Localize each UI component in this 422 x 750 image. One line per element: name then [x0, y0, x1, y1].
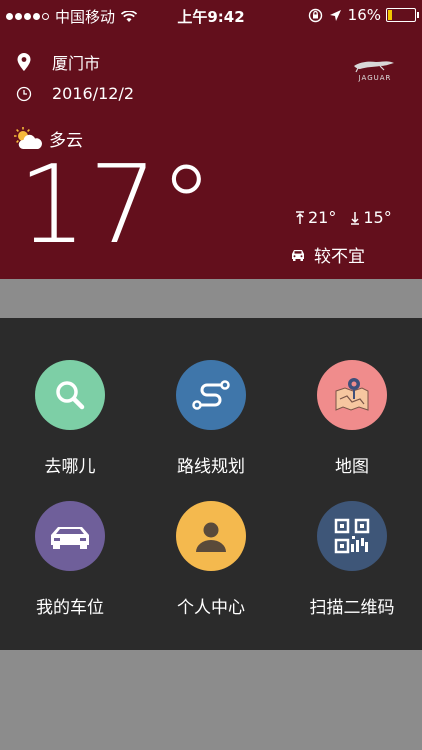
- brand-text: JAGUAR: [358, 74, 392, 82]
- battery-fill: [388, 10, 392, 20]
- car-wash-icon: [292, 249, 304, 261]
- location-arrow-icon: [329, 9, 341, 21]
- jaguar-logo: JAGUAR: [350, 54, 400, 84]
- battery-icon: [386, 8, 419, 22]
- status-right: 16%: [308, 6, 419, 24]
- menu-label: 我的车位: [36, 598, 104, 618]
- map-icon: [335, 378, 369, 411]
- circle-bg: [176, 360, 246, 430]
- person-icon: [196, 522, 226, 552]
- driving-index: 较不宜: [290, 242, 365, 267]
- high-low-row: 21° 15°: [295, 208, 392, 227]
- weather-header: 厦门市 2016/12/2 JAGUAR 多云 17° 21° 15° 较不宜: [0, 30, 422, 279]
- qr-code-icon: [334, 518, 370, 554]
- high-temp: 21°: [308, 208, 337, 227]
- city-row: 厦门市: [16, 50, 100, 74]
- menu-label: 个人中心: [177, 598, 245, 618]
- arrow-up-icon: [296, 210, 304, 224]
- menu-item-map[interactable]: 地图: [282, 360, 422, 477]
- rotation-lock-icon: [308, 8, 322, 22]
- menu-item-scan-qr[interactable]: 扫描二维码: [282, 501, 422, 618]
- circle-bg: [35, 360, 105, 430]
- city-label: 厦门市: [52, 54, 101, 73]
- date-row: 2016/12/2: [16, 84, 134, 103]
- circle-bg: [317, 360, 387, 430]
- feature-menu: 去哪儿 路线规划 地图 我的车位 个人中心 扫描二维码: [0, 318, 422, 650]
- status-bar: 中国移动 上午9:42 16%: [0, 0, 422, 30]
- driving-label: 较不宜: [314, 247, 365, 267]
- arrow-down-icon: [351, 211, 360, 225]
- circle-bg: [176, 501, 246, 571]
- menu-label: 路线规划: [177, 457, 245, 477]
- menu-item-profile[interactable]: 个人中心: [141, 501, 281, 618]
- circle-bg: [317, 501, 387, 571]
- circle-bg: [35, 501, 105, 571]
- search-icon: [56, 381, 85, 410]
- menu-item-my-parking[interactable]: 我的车位: [0, 501, 140, 618]
- temperature: 17°: [18, 143, 216, 268]
- low-group: 15°: [350, 208, 392, 227]
- menu-label: 地图: [335, 457, 369, 477]
- low-temp: 15°: [363, 208, 392, 227]
- clock-icon: [16, 86, 32, 101]
- menu-item-where-to[interactable]: 去哪儿: [0, 360, 140, 477]
- menu-item-route-planning[interactable]: 路线规划: [141, 360, 281, 477]
- battery-percent: 16%: [347, 6, 381, 24]
- date-label: 2016/12/2: [52, 84, 135, 103]
- menu-label: 扫描二维码: [309, 598, 395, 618]
- route-icon: [192, 380, 230, 410]
- car-icon: [51, 527, 89, 549]
- menu-label: 去哪儿: [44, 457, 96, 477]
- location-pin-icon: [17, 53, 31, 71]
